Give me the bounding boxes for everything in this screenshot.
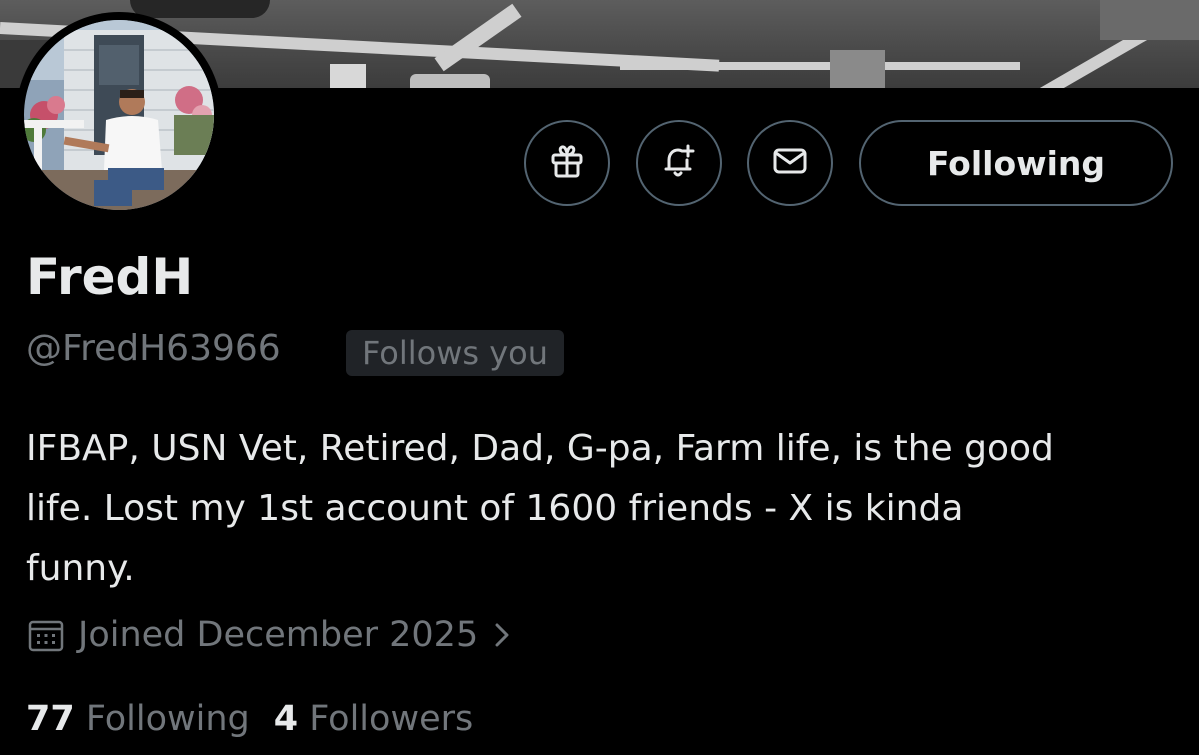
- display-name: FredH: [26, 248, 194, 306]
- notifications-button[interactable]: [636, 120, 722, 206]
- bio-line: funny.: [26, 548, 135, 589]
- calendar-icon: [26, 615, 66, 655]
- followers-count: 4: [273, 699, 299, 739]
- bio-line: life. Lost my 1st account of 1600 friend…: [26, 488, 964, 529]
- following-button[interactable]: Following: [859, 120, 1173, 206]
- follows-you-badge: Follows you: [346, 330, 565, 376]
- message-button[interactable]: [747, 120, 833, 206]
- following-button-label: Following: [926, 143, 1106, 183]
- chevron-right-icon: [492, 620, 512, 650]
- following-stat[interactable]: 77 Following: [26, 699, 250, 739]
- profile-bio: IFBAP, USN Vet, Retired, Dad, G-pa, Farm…: [26, 419, 1176, 599]
- joined-date-row[interactable]: Joined December 2025: [26, 615, 512, 655]
- profile-avatar[interactable]: [16, 12, 222, 218]
- following-label: Following: [85, 699, 250, 739]
- bio-line: IFBAP, USN Vet, Retired, Dad, G-pa, Farm…: [26, 428, 1054, 469]
- followers-label: Followers: [309, 699, 474, 739]
- notification-bell-plus-icon: [659, 141, 699, 185]
- gift-button[interactable]: [524, 120, 610, 206]
- user-handle: @FredH63966: [26, 328, 281, 369]
- avatar-photo: [24, 20, 214, 210]
- envelope-icon: [770, 141, 810, 185]
- joined-date-text: Joined December 2025: [78, 615, 479, 655]
- follow-stats: 77 Following 4 Followers: [26, 699, 473, 739]
- following-count: 77: [26, 699, 75, 739]
- followers-stat[interactable]: 4 Followers: [274, 699, 473, 739]
- gift-icon: [547, 141, 587, 185]
